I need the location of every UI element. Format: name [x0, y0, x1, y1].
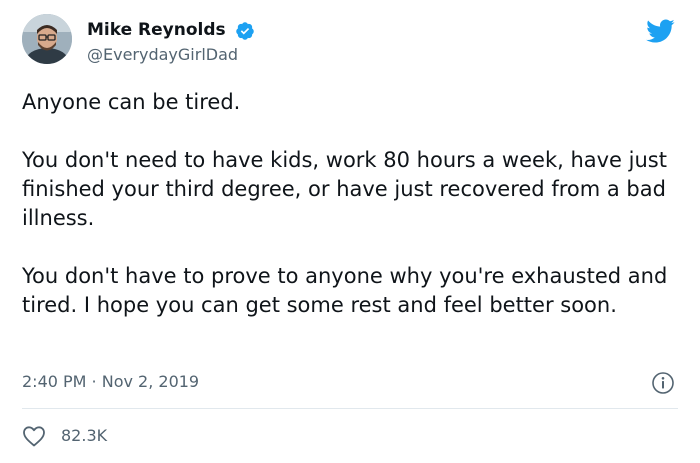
- like-count: 82.3K: [61, 426, 108, 445]
- info-icon[interactable]: [651, 371, 675, 395]
- tweet-card: Mike Reynolds @EverydayGirlDad Anyone ca…: [0, 0, 700, 463]
- twitter-bird-icon[interactable]: [643, 16, 677, 46]
- tweet-timestamp[interactable]: 2:40 PM · Nov 2, 2019: [22, 372, 199, 391]
- avatar-image: [22, 14, 72, 64]
- tweet-text: Anyone can be tired. You don't need to h…: [22, 90, 668, 317]
- author-display-name[interactable]: Mike Reynolds: [87, 20, 226, 40]
- divider: [22, 408, 678, 409]
- avatar[interactable]: [22, 14, 72, 64]
- author-handle[interactable]: @EverydayGirlDad: [87, 45, 238, 64]
- heart-icon: [23, 426, 45, 447]
- verified-badge-icon: [236, 22, 254, 40]
